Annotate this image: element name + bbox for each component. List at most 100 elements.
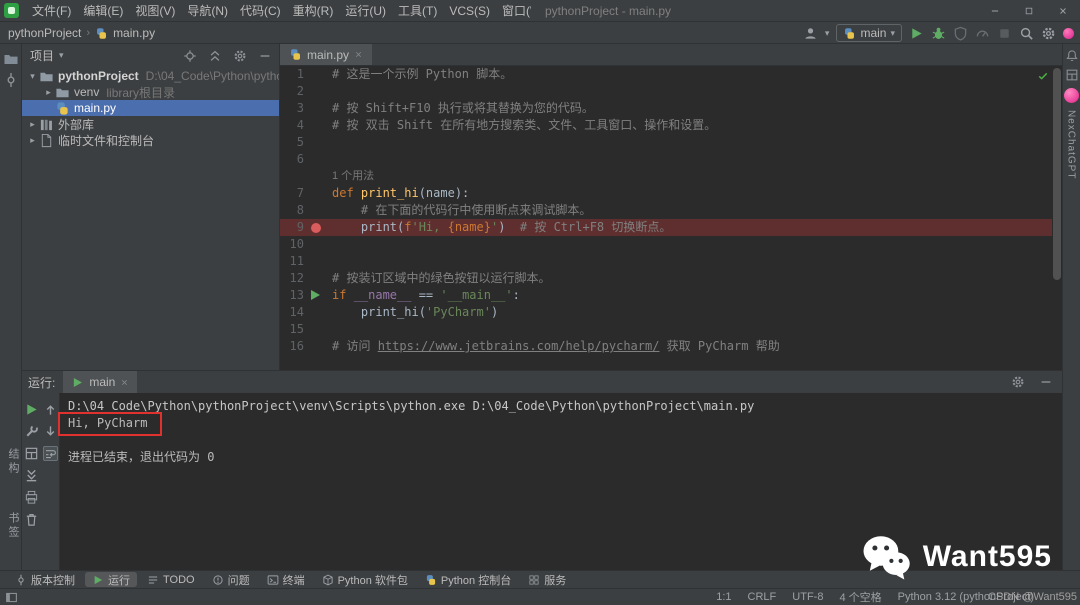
assistant-overlay-dot[interactable] <box>1063 28 1074 39</box>
debug-button[interactable] <box>931 26 946 41</box>
gutter[interactable] <box>306 117 328 134</box>
line-number[interactable]: 5 <box>280 134 306 151</box>
layout-icon[interactable] <box>24 446 39 461</box>
project-stripe-icon[interactable] <box>3 51 19 67</box>
status-item-4[interactable]: 4 个空格 <box>839 589 881 605</box>
editor-tab-main[interactable]: main.py <box>280 44 372 65</box>
chevron-right-icon[interactable]: ▸ <box>26 135 39 146</box>
tool-button-Python 软件包[interactable]: Python 软件包 <box>315 572 415 587</box>
tool-button-问题[interactable]: 问题 <box>205 572 257 587</box>
breadcrumb-project[interactable]: pythonProject <box>8 26 81 40</box>
minimize-button[interactable] <box>978 0 1012 22</box>
chevron-right-icon[interactable]: ▸ <box>26 119 39 130</box>
gutter[interactable] <box>306 338 328 355</box>
scrollend-icon[interactable] <box>24 468 39 483</box>
gutter[interactable] <box>306 151 328 168</box>
layout-stripe-icon[interactable] <box>1065 68 1079 82</box>
down-icon[interactable] <box>43 424 58 439</box>
commit-stripe-icon[interactable] <box>3 72 19 88</box>
menu-item-7[interactable]: 运行(U) <box>339 0 392 21</box>
run-settings-icon[interactable] <box>1011 375 1025 389</box>
line-number[interactable] <box>280 168 306 185</box>
gutter[interactable] <box>306 66 328 83</box>
bookmarks-stripe-button[interactable]: 书签 <box>5 512 21 540</box>
menu-item-6[interactable]: 重构(R) <box>287 0 340 21</box>
project-panel-title[interactable]: 项目 <box>30 47 54 64</box>
line-number[interactable]: 2 <box>280 83 306 100</box>
printer-icon[interactable] <box>24 490 39 505</box>
gutter[interactable] <box>306 304 328 321</box>
menu-item-2[interactable]: 编辑(E) <box>77 0 129 21</box>
tree-item-pythonProject[interactable]: ▾pythonProjectD:\04_Code\Python\pythonPr… <box>22 68 279 84</box>
wrench-icon[interactable] <box>24 424 39 439</box>
line-number[interactable]: 13 <box>280 287 306 304</box>
editor-scrollbar[interactable] <box>1052 66 1062 370</box>
menu-item-9[interactable]: VCS(S) <box>443 0 496 21</box>
status-item-1[interactable]: 1:1 <box>716 591 731 603</box>
tree-item-main.py[interactable]: main.py <box>22 100 279 116</box>
inspection-ok-icon[interactable] <box>1037 70 1049 82</box>
up-icon[interactable] <box>43 402 58 417</box>
line-number[interactable]: 11 <box>280 253 306 270</box>
tool-button-TODO[interactable]: TODO <box>140 572 202 587</box>
search-everywhere-icon[interactable] <box>1019 26 1034 41</box>
gutter[interactable] <box>306 134 328 151</box>
scrollbar-thumb[interactable] <box>1053 68 1061 280</box>
menu-item-4[interactable]: 导航(N) <box>181 0 234 21</box>
menu-item-3[interactable]: 视图(V) <box>129 0 181 21</box>
trash-icon[interactable] <box>24 512 39 527</box>
menu-item-10[interactable]: 窗口(W) <box>496 0 531 21</box>
notifications-icon[interactable] <box>1065 49 1079 63</box>
tab-close-icon[interactable] <box>354 50 363 59</box>
softwrap-icon[interactable] <box>43 446 58 461</box>
close-button[interactable] <box>1046 0 1080 22</box>
gutter[interactable] <box>306 236 328 253</box>
run-line-icon[interactable] <box>311 290 320 300</box>
run-tab-main[interactable]: main <box>63 371 137 393</box>
user-menu-icon[interactable] <box>803 26 818 41</box>
gutter[interactable] <box>306 100 328 117</box>
run-button[interactable] <box>909 26 924 41</box>
breadcrumb-file[interactable]: main.py <box>113 26 155 40</box>
run-config-select[interactable]: main ▾ <box>836 24 902 42</box>
chevron-down-icon[interactable]: ▾ <box>26 71 39 82</box>
project-view-caret-icon[interactable]: ▾ <box>59 51 64 60</box>
gutter[interactable] <box>306 321 328 338</box>
structure-stripe-button[interactable]: 结构 <box>5 448 21 476</box>
coverage-button[interactable] <box>953 26 968 41</box>
line-number[interactable]: 9 <box>280 219 306 236</box>
hide-run-panel-icon[interactable] <box>1039 375 1053 389</box>
breakpoint-icon[interactable] <box>311 223 321 233</box>
menu-item-1[interactable]: 文件(F) <box>26 0 77 21</box>
line-number[interactable]: 6 <box>280 151 306 168</box>
status-item-2[interactable]: CRLF <box>748 591 777 603</box>
tool-button-版本控制[interactable]: 版本控制 <box>8 572 82 587</box>
project-options-icon[interactable] <box>233 49 247 63</box>
line-number[interactable]: 14 <box>280 304 306 321</box>
select-opened-file-icon[interactable] <box>183 49 197 63</box>
code-lines[interactable]: 1# 这是一个示例 Python 脚本。23# 按 Shift+F10 执行或将… <box>280 66 1052 370</box>
line-number[interactable]: 10 <box>280 236 306 253</box>
nexchatgpt-logo[interactable] <box>1064 88 1079 103</box>
menu-item-8[interactable]: 工具(T) <box>392 0 443 21</box>
chevron-right-icon[interactable]: ▸ <box>42 87 55 98</box>
settings-icon[interactable] <box>1041 26 1056 41</box>
gutter[interactable] <box>306 253 328 270</box>
rerun-icon[interactable] <box>24 402 39 417</box>
gutter[interactable] <box>306 83 328 100</box>
tree-item-临时文件和控制台[interactable]: ▸临时文件和控制台 <box>22 132 279 148</box>
tool-button-终端[interactable]: 终端 <box>260 572 312 587</box>
gutter[interactable] <box>306 219 328 236</box>
gutter[interactable] <box>306 168 328 185</box>
line-number[interactable]: 12 <box>280 270 306 287</box>
line-number[interactable]: 4 <box>280 117 306 134</box>
line-number[interactable]: 7 <box>280 185 306 202</box>
gutter[interactable] <box>306 270 328 287</box>
maximize-button[interactable] <box>1012 0 1046 22</box>
gutter[interactable] <box>306 287 328 304</box>
tool-button-运行[interactable]: 运行 <box>85 572 137 587</box>
tool-windows-toggle-icon[interactable] <box>5 591 18 604</box>
tool-button-服务[interactable]: 服务 <box>521 572 573 587</box>
run-tab-close-icon[interactable] <box>120 378 129 387</box>
status-item-3[interactable]: UTF-8 <box>792 591 823 603</box>
